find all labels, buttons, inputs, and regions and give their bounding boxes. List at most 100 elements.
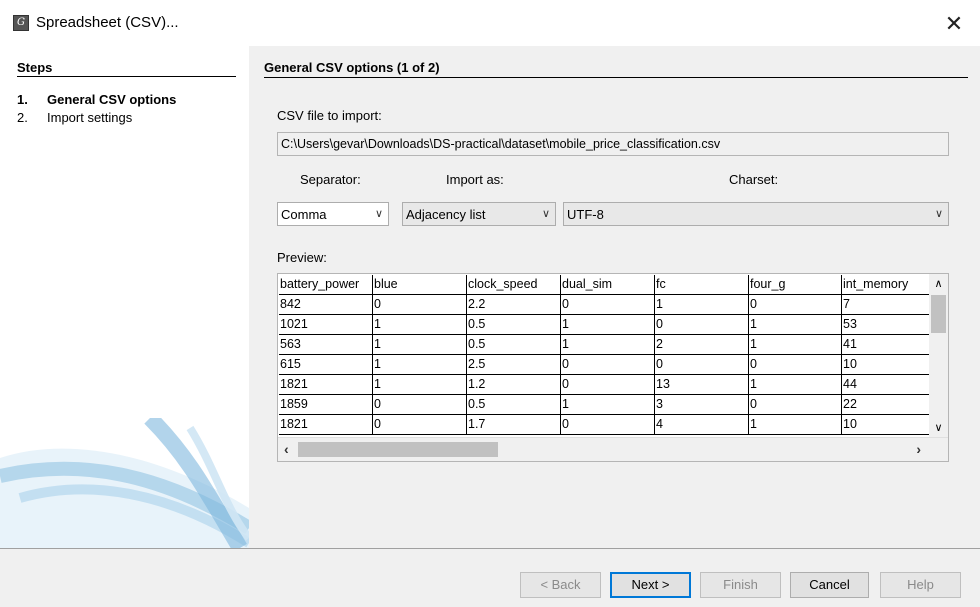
table-cell: 0.5 (467, 315, 561, 335)
table-cell: 0 (373, 395, 467, 415)
import-as-select[interactable]: Adjacency list ∨ (402, 202, 556, 226)
step-import-settings: 2. Import settings (17, 110, 132, 125)
charset-label: Charset: (729, 172, 779, 187)
preview-table[interactable]: battery_power blue clock_speed dual_sim … (277, 273, 949, 462)
separator-label: Separator: (300, 172, 361, 187)
table-cell: 615 (279, 355, 373, 375)
table-cell: 1 (373, 335, 467, 355)
table-cell: 1821 (279, 415, 373, 435)
table-cell: 1 (655, 295, 749, 315)
steps-divider (17, 76, 236, 77)
wizard-decoration-image (0, 418, 249, 548)
table-cell: 2.2 (467, 295, 561, 315)
table-cell: 0 (749, 355, 842, 375)
table-cell: 0.5 (467, 335, 561, 355)
table-cell: 3 (655, 395, 749, 415)
preview-label: Preview: (277, 250, 327, 265)
column-header: four_g (749, 275, 842, 295)
import-as-label: Import as: (446, 172, 504, 187)
table-cell: 563 (279, 335, 373, 355)
table-cell: 1 (373, 355, 467, 375)
table-cell: 2.5 (467, 355, 561, 375)
window-title: Spreadsheet (CSV)... (36, 14, 179, 31)
step-label: Import settings (47, 110, 133, 125)
table-cell: 1 (561, 395, 655, 415)
step-general-csv-options: 1. General CSV options (17, 92, 176, 107)
table-cell: 0 (655, 315, 749, 335)
column-header: fc (655, 275, 749, 295)
table-cell: 1 (561, 335, 655, 355)
steps-heading: Steps (17, 60, 53, 75)
table-cell: 0 (655, 355, 749, 375)
import-as-value: Adjacency list (406, 207, 486, 222)
chevron-left-icon[interactable]: ‹ (284, 441, 289, 457)
column-header: dual_sim (561, 275, 655, 295)
chevron-up-icon[interactable]: ∧ (929, 277, 948, 290)
general-csv-options-panel: General CSV options (1 of 2) CSV file to… (249, 46, 980, 548)
table-cell: 1 (749, 315, 842, 335)
table-cell: 44 (842, 375, 930, 395)
table-cell: 1821 (279, 375, 373, 395)
separator-value: Comma (281, 207, 327, 222)
table-cell: 2 (655, 335, 749, 355)
chevron-down-icon[interactable]: ∨ (929, 421, 948, 434)
table-cell: 1 (749, 415, 842, 435)
table-cell: 1 (561, 315, 655, 335)
table-cell: 1 (749, 335, 842, 355)
table-cell: 0 (749, 295, 842, 315)
separator-select[interactable]: Comma ∨ (277, 202, 389, 226)
vertical-scroll-thumb[interactable] (931, 295, 946, 333)
step-number: 1. (17, 92, 28, 107)
table-cell: 10 (842, 415, 930, 435)
steps-pane: Steps 1. General CSV options 2. Import set… (0, 46, 249, 548)
table-cell: 0 (373, 415, 467, 435)
table-cell: 7 (842, 295, 930, 315)
table-cell: 842 (279, 295, 373, 315)
next-button[interactable]: Next > (610, 572, 691, 598)
cancel-button[interactable]: Cancel (790, 572, 869, 598)
table-cell: 0.5 (467, 395, 561, 415)
panel-divider (264, 77, 968, 78)
chevron-right-icon[interactable]: › (916, 441, 921, 457)
step-label: General CSV options (47, 92, 177, 107)
table-cell: 1.2 (467, 375, 561, 395)
table-cell: 0 (561, 415, 655, 435)
step-number: 2. (17, 110, 28, 125)
horizontal-scroll-thumb[interactable] (298, 442, 498, 457)
column-header: int_memory (842, 275, 930, 295)
csv-file-path-field[interactable]: C:\Users\gevar\Downloads\DS-practical\da… (277, 132, 949, 156)
app-icon: G (13, 15, 29, 31)
table-cell: 10 (842, 355, 930, 375)
charset-value: UTF-8 (567, 207, 604, 222)
column-header: blue (373, 275, 467, 295)
back-button[interactable]: < Back (520, 572, 601, 598)
horizontal-scrollbar[interactable]: ‹ › (278, 437, 948, 461)
table-cell: 41 (842, 335, 930, 355)
close-icon[interactable]: ✕ (938, 8, 970, 40)
title-bar: G Spreadsheet (CSV)... ✕ (0, 0, 980, 46)
table-cell: 13 (655, 375, 749, 395)
table-cell: 22 (842, 395, 930, 415)
table-cell: 1021 (279, 315, 373, 335)
chevron-down-icon: ∨ (374, 208, 383, 220)
table-cell: 0 (561, 355, 655, 375)
table-cell: 0 (749, 395, 842, 415)
table-cell: 0 (561, 295, 655, 315)
panel-heading: General CSV options (1 of 2) (264, 60, 440, 75)
chevron-down-icon: ∨ (541, 208, 550, 220)
table-cell: 1.7 (467, 415, 561, 435)
help-button[interactable]: Help (880, 572, 961, 598)
file-label: CSV file to import: (277, 108, 382, 123)
table-cell: 1 (749, 375, 842, 395)
vertical-scrollbar[interactable]: ∧ ∨ (929, 274, 948, 437)
table-cell: 53 (842, 315, 930, 335)
table-cell: 0 (373, 295, 467, 315)
column-header: battery_power (279, 275, 373, 295)
charset-select[interactable]: UTF-8 ∨ (563, 202, 949, 226)
finish-button[interactable]: Finish (700, 572, 781, 598)
table-cell: 0 (561, 375, 655, 395)
table-cell: 1859 (279, 395, 373, 415)
table-cell: 4 (655, 415, 749, 435)
table-cell: 1 (373, 315, 467, 335)
table-cell: 1 (373, 375, 467, 395)
